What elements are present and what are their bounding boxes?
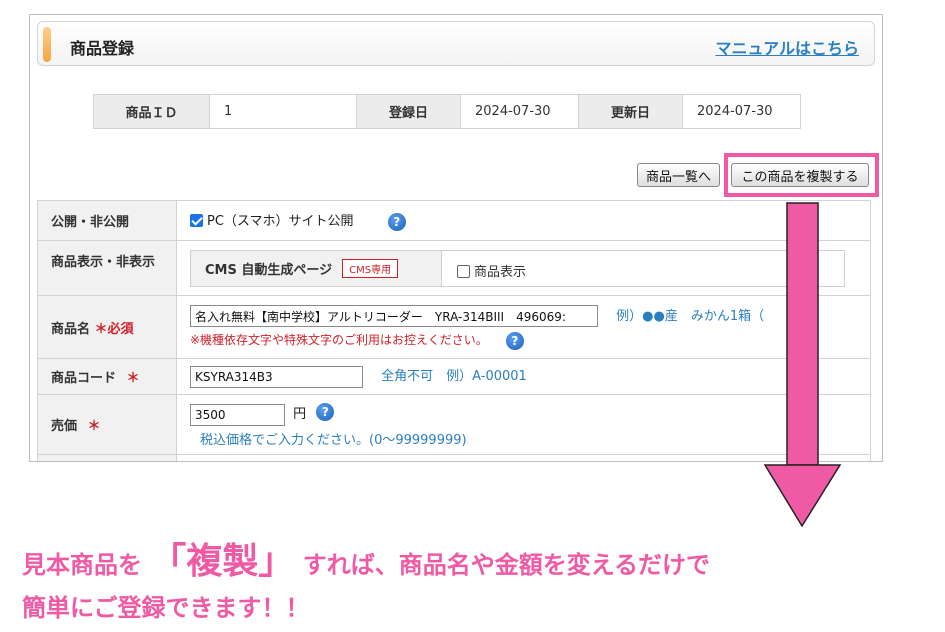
- caption-line-1: 見本商品を 「複製」 すれば、商品名や金額を変えるだけで: [22, 532, 710, 584]
- caption-line-1-pre: 見本商品を: [22, 551, 142, 579]
- caption-line-1-post: すれば、商品名や金額を変えるだけで: [302, 551, 711, 579]
- caption-duplicate-emphasis: 「複製」: [150, 541, 295, 582]
- caption-line-2: 簡単にご登録できます！！: [22, 594, 310, 622]
